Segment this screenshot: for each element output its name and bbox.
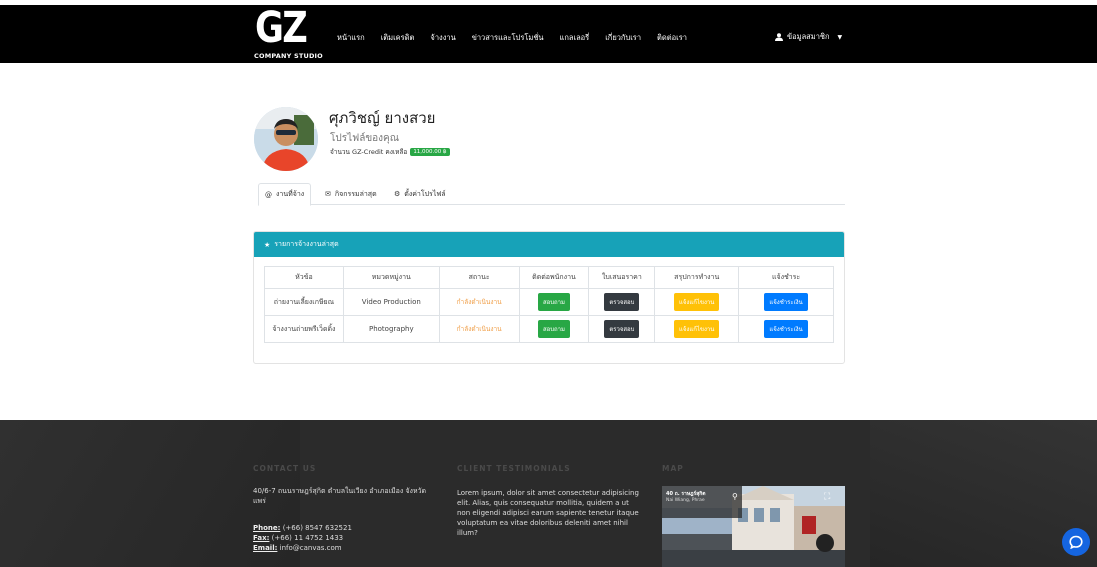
col-topic: หัวข้อ xyxy=(264,266,344,289)
row-payment: แจ้งชำระเงิน xyxy=(738,288,834,316)
fax-line: Fax: (+66) 11 4752 1433 xyxy=(253,533,435,543)
row-status: กำลังดำเนินงาน xyxy=(438,288,520,316)
notify-payment-button[interactable]: แจ้งชำระเงิน xyxy=(764,320,808,338)
profile-subtitle: โปรไฟล์ของคุณ xyxy=(330,133,400,144)
table-row: ถ่ายงานเลี้ยงเกษียณ Video Production กำล… xyxy=(264,288,834,316)
tab-activities[interactable]: ✉ กิจกรรมล่าสุด xyxy=(319,183,383,205)
row-category: Video Production xyxy=(342,288,440,316)
contact-details: Phone: (+66) 8547 632521 Fax: (+66) 11 4… xyxy=(253,523,435,553)
testimonials-heading: CLIENT TESTIMONIALS xyxy=(457,464,571,473)
contact-heading: CONTACT US xyxy=(253,464,317,473)
site-header: GZ COMPANY STUDIO หน้าแรก เติมเครดิต จ้า… xyxy=(0,3,1097,63)
row-summary: แจ้งแก้ไขงาน xyxy=(654,315,740,343)
phone-line: Phone: (+66) 8547 632521 xyxy=(253,523,435,533)
email-value[interactable]: info@canvas.com xyxy=(280,544,342,552)
gears-icon: ⚙ xyxy=(394,190,401,198)
phone-value[interactable]: (+66) 8547 632521 xyxy=(283,524,352,532)
credit-label: จำนวน GZ-Credit คงเหลือ xyxy=(330,148,408,156)
chevron-down-icon: ▼ xyxy=(837,33,843,41)
email-line: Email: info@canvas.com xyxy=(253,543,435,553)
avatar xyxy=(254,107,318,171)
table-row: จ้างงานถ่ายพรีเว็ดดิ้ง Photography กำลัง… xyxy=(264,315,834,343)
map-heading: MAP xyxy=(662,464,684,473)
notify-payment-button[interactable]: แจ้งชำระเงิน xyxy=(764,293,808,311)
star-icon: ★ xyxy=(264,240,271,249)
envelope-icon: ✉ xyxy=(325,190,331,198)
row-payment: แจ้งชำระเงิน xyxy=(738,315,834,343)
tab-label: ตั้งค่าโปรไฟล์ xyxy=(404,189,446,198)
col-category: หมวดหมู่งาน xyxy=(342,266,440,289)
address-text: 40/6-7 ถนนราษฎร์สุกิต ตำบลในเวียง อำเภอเ… xyxy=(253,487,427,505)
main-nav: หน้าแรก เติมเครดิต จ้างงาน ข่าวสารและโปร… xyxy=(337,32,703,44)
tab-label: งานที่จ้าง xyxy=(276,190,305,198)
col-summary: สรุปการทำงาน xyxy=(654,266,740,289)
member-label: ข้อมูลสมาชิก xyxy=(787,32,830,41)
row-contact: สอบถาม xyxy=(518,315,590,343)
nav-gallery[interactable]: แกลเลอรี่ xyxy=(560,32,590,44)
fullscreen-icon[interactable]: ⛶ xyxy=(824,492,830,502)
site-footer: CONTACT US 40/6-7 ถนนราษฎร์สุกิต ตำบลในเ… xyxy=(0,420,1097,567)
col-quote: ใบเสนอราคา xyxy=(588,266,656,289)
fax-label: Fax: xyxy=(253,534,270,542)
col-contact: ติดต่อพนักงาน xyxy=(518,266,590,289)
map-pin-icon[interactable]: ⚲ xyxy=(732,492,738,501)
nav-news[interactable]: ข่าวสารและโปรโมชั่น xyxy=(472,32,544,44)
row-topic: จ้างงานถ่ายพรีเว็ดดิ้ง xyxy=(264,315,344,343)
nav-about[interactable]: เกี่ยวกับเรา xyxy=(605,32,641,44)
col-status: สถานะ xyxy=(438,266,520,289)
email-label: Email: xyxy=(253,544,278,552)
chat-button[interactable] xyxy=(1062,528,1090,556)
nav-home[interactable]: หน้าแรก xyxy=(337,32,365,44)
at-icon: @ xyxy=(265,190,272,199)
ask-button[interactable]: สอบถาม xyxy=(537,320,570,338)
row-category: Photography xyxy=(342,315,440,343)
card-header: ★ รายการจ้างงานล่าสุด xyxy=(254,232,844,257)
testimonial-text: Lorem ipsum, dolor sit amet consectetur … xyxy=(457,489,639,537)
card-title: รายการจ้างงานล่าสุด xyxy=(274,240,339,248)
member-menu[interactable]: ข้อมูลสมาชิก ▼ xyxy=(775,31,842,43)
logo-text: GZ xyxy=(255,3,308,53)
fax-value: (+66) 11 4752 1433 xyxy=(271,534,344,542)
row-quote: ตรวจสอบ xyxy=(588,315,656,343)
nav-topup[interactable]: เติมเครดิต xyxy=(381,32,415,44)
ask-button[interactable]: สอบถาม xyxy=(537,293,570,311)
check-quote-button[interactable]: ตรวจสอบ xyxy=(604,320,640,338)
logo-subtitle: COMPANY STUDIO xyxy=(254,52,323,60)
table-header-row: หัวข้อ หมวดหมู่งาน สถานะ ติดต่อพนักงาน ใ… xyxy=(264,266,834,289)
map-embed[interactable]: 40 ถ. ราษฎร์สุกิต Nai Wiang, Phrae ⚲ ⛶ xyxy=(662,486,845,567)
credit-badge: 11,000.00 ฿ xyxy=(410,148,450,156)
row-topic: ถ่ายงานเลี้ยงเกษียณ xyxy=(264,288,344,316)
row-status: กำลังดำเนินงาน xyxy=(438,315,520,343)
col-payment: แจ้งชำระ xyxy=(738,266,834,289)
nav-hire[interactable]: จ้างงาน xyxy=(430,32,455,44)
request-revision-button[interactable]: แจ้งแก้ไขงาน xyxy=(674,320,720,338)
recent-jobs-card: ★ รายการจ้างงานล่าสุด หัวข้อ หมวดหมู่งาน… xyxy=(253,231,845,364)
check-quote-button[interactable]: ตรวจสอบ xyxy=(604,293,640,311)
profile-tabs: @ งานที่จ้าง ✉ กิจกรรมล่าสุด ⚙ ตั้งค่าโป… xyxy=(258,183,845,206)
phone-label: Phone: xyxy=(253,524,281,532)
tab-profile-settings[interactable]: ⚙ ตั้งค่าโปรไฟล์ xyxy=(388,183,452,205)
nav-contact[interactable]: ติดต่อเรา xyxy=(657,32,687,44)
user-icon xyxy=(775,33,783,41)
map-subtitle: Nai Wiang, Phrae xyxy=(666,498,705,503)
chat-bubble-icon xyxy=(1069,535,1083,549)
map-title: 40 ถ. ราษฎร์สุกิต xyxy=(666,491,706,497)
credit-balance: จำนวน GZ-Credit คงเหลือ 11,000.00 ฿ xyxy=(330,147,450,157)
row-summary: แจ้งแก้ไขงาน xyxy=(654,288,740,316)
tab-label: กิจกรรมล่าสุด xyxy=(334,189,377,198)
jobs-table: หัวข้อ หมวดหมู่งาน สถานะ ติดต่อพนักงาน ใ… xyxy=(264,266,834,343)
row-quote: ตรวจสอบ xyxy=(588,288,656,316)
profile-name: ศุภวิชญ์ ยางสวย xyxy=(329,109,436,127)
tab-hired-jobs[interactable]: @ งานที่จ้าง xyxy=(258,183,312,206)
row-contact: สอบถาม xyxy=(518,288,590,316)
site-logo[interactable]: GZ COMPANY STUDIO xyxy=(254,3,323,63)
request-revision-button[interactable]: แจ้งแก้ไขงาน xyxy=(674,293,720,311)
